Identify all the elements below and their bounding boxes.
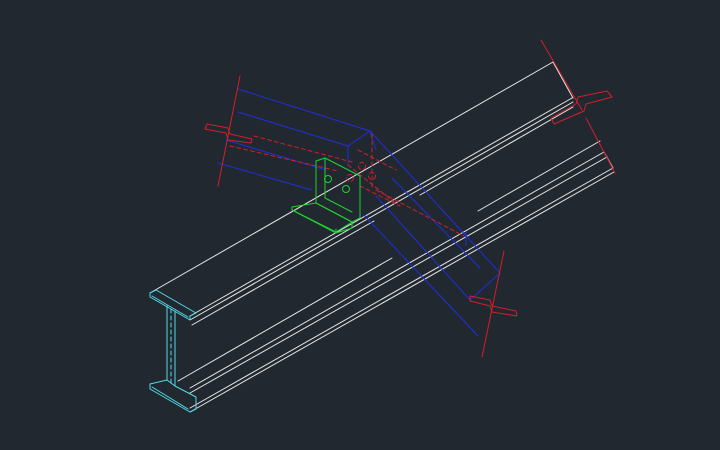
cleat-bolt-hole-lower <box>342 185 350 193</box>
secondary-end-top <box>347 130 371 147</box>
secondary-top-inner <box>237 111 349 147</box>
hidden-lines <box>229 133 465 237</box>
cleat-bolt-hole-upper <box>324 175 332 183</box>
top-flange-underside-far <box>419 106 574 196</box>
hidden-line-7 <box>359 185 401 207</box>
secondary-beam[interactable] <box>217 88 501 337</box>
cut-symbols[interactable] <box>204 39 616 358</box>
secondary-far-end <box>469 272 501 301</box>
hidden-line-6 <box>375 189 465 237</box>
hidden-line-1 <box>229 145 339 172</box>
section-top-flange-inner <box>151 295 189 318</box>
angle-cleat[interactable] <box>291 157 361 234</box>
far-end-return <box>552 61 574 99</box>
top-flange-front-edge <box>189 97 573 317</box>
top-right-break-zigzag <box>550 90 613 125</box>
section-top-flange <box>149 289 197 321</box>
secondary-top-edge <box>237 88 371 132</box>
cleat-horizontal-leg-thickness <box>291 209 337 234</box>
web-lower-line <box>189 156 608 394</box>
secondary-far-edge-lower <box>375 195 471 301</box>
bottom-flange-back-line <box>177 257 393 382</box>
hidden-line-2 <box>253 135 353 163</box>
bottom-right-break-line <box>481 250 505 358</box>
top-flange-underside <box>191 220 375 326</box>
web-upper-line <box>189 151 605 389</box>
bottom-flange-front-edge <box>189 167 614 409</box>
top-right-break-line <box>540 39 583 111</box>
secondary-bottom-edge <box>217 162 313 191</box>
secondary-mid-edge <box>225 139 327 171</box>
top-flange-front-edge-lower <box>189 101 574 321</box>
i-section-end-face[interactable] <box>149 289 197 413</box>
section-bottom-flange <box>149 379 197 413</box>
hidden-line-3 <box>347 164 395 203</box>
secondary-far-edge-mid <box>391 177 481 269</box>
top-flange-back-edge <box>149 61 554 294</box>
top-right-break-line-2 <box>585 117 616 174</box>
isometric-drawing[interactable] <box>0 0 720 450</box>
bottom-right-break-zigzag <box>469 295 518 317</box>
main-i-beam[interactable] <box>149 61 615 413</box>
bottom-flange-front-edge-lower <box>189 171 615 413</box>
cad-viewport[interactable] <box>0 0 720 450</box>
hidden-bolt-hole-1 <box>358 162 366 170</box>
